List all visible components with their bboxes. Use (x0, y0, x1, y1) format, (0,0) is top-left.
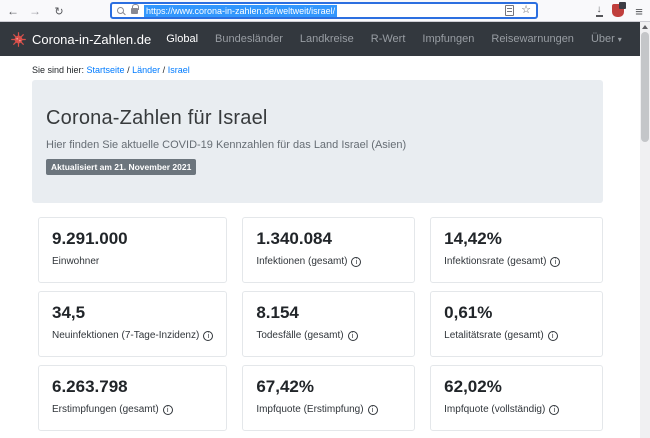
breadcrumb: Sie sind hier: Startseite / Länder / Isr… (32, 65, 640, 75)
nav-item-landkreise[interactable]: Landkreise (300, 33, 354, 45)
breadcrumb-separator: / (163, 65, 166, 75)
stat-value: 0,61% (444, 303, 589, 323)
hamburger-menu-button[interactable]: ≡ (630, 0, 648, 22)
download-icon: ↓ (596, 5, 603, 17)
stat-label: Todesfälle (gesamt) i (256, 330, 401, 341)
nav-item-impfungen[interactable]: Impfungen (422, 33, 474, 45)
info-icon[interactable]: i (548, 331, 558, 341)
info-icon[interactable]: i (348, 331, 358, 341)
stat-value: 67,42% (256, 377, 401, 397)
nav-item-reisewarnungen[interactable]: Reisewarnungen (491, 33, 574, 45)
stat-card-letalitaetsrate: 0,61% Letalitätsrate (gesamt) i (430, 291, 603, 357)
stat-value: 9.291.000 (52, 229, 213, 249)
stat-card-neuinfektionen: 34,5 Neuinfektionen (7-Tage-Inzidenz) i (38, 291, 227, 357)
nav-item-ueber-label: Über (591, 33, 615, 45)
updated-badge: Aktualisiert am 21. November 2021 (46, 159, 196, 175)
info-icon[interactable]: i (351, 257, 361, 267)
stat-value: 8.154 (256, 303, 401, 323)
nav-item-r-wert[interactable]: R-Wert (371, 33, 406, 45)
breadcrumb-prefix: Sie sind hier: (32, 65, 84, 75)
page-subtitle: Hier finden Sie aktuelle COVID-19 Kennza… (46, 139, 589, 151)
brand-link[interactable]: Corona-in-Zahlen.de (11, 32, 151, 47)
lock-icon (131, 8, 138, 14)
hero-section: Corona-Zahlen für Israel Hier finden Sie… (32, 80, 603, 203)
info-icon[interactable]: i (203, 331, 213, 341)
stat-card-impfquote-erst: 67,42% Impfquote (Erstimpfung) i (242, 365, 415, 431)
forward-button[interactable]: → (26, 0, 44, 22)
up-triangle-icon (642, 25, 648, 29)
stat-label: Neuinfektionen (7-Tage-Inzidenz) i (52, 330, 213, 341)
breadcrumb-link-laender[interactable]: Länder (132, 65, 160, 75)
stat-label: Impfquote (Erstimpfung) i (256, 404, 401, 415)
breadcrumb-link-startseite[interactable]: Startseite (87, 65, 125, 75)
url-text: https://www.corona-in-zahlen.de/weltweit… (144, 5, 337, 17)
stat-label-text: Einwohner (52, 256, 99, 267)
reader-mode-icon[interactable] (505, 5, 514, 16)
browser-toolbar: ← → ↻ https://www.corona-in-zahlen.de/we… (0, 0, 650, 22)
vertical-scrollbar[interactable] (640, 22, 650, 438)
search-icon (117, 7, 124, 14)
stat-label: Letalitätsrate (gesamt) i (444, 330, 589, 341)
stat-card-impfquote-voll: 62,02% Impfquote (vollständig) i (430, 365, 603, 431)
stat-label: Infektionsrate (gesamt) i (444, 256, 589, 267)
back-button[interactable]: ← (4, 0, 22, 22)
page-title: Corona-Zahlen für Israel (46, 107, 589, 130)
stat-label-text: Todesfälle (gesamt) (256, 330, 343, 341)
nav-item-global[interactable]: Global (166, 33, 198, 45)
stat-label-text: Impfquote (Erstimpfung) (256, 404, 363, 415)
stat-label: Infektionen (gesamt) i (256, 256, 401, 267)
reload-button[interactable]: ↻ (50, 0, 68, 22)
info-icon[interactable]: i (550, 257, 560, 267)
stat-value: 1.340.084 (256, 229, 401, 249)
stat-label-text: Infektionsrate (gesamt) (444, 256, 546, 267)
stat-label: Impfquote (vollständig) i (444, 404, 589, 415)
stat-card-infektionsrate: 14,42% Infektionsrate (gesamt) i (430, 217, 603, 283)
breadcrumb-link-israel[interactable]: Israel (168, 65, 190, 75)
stats-grid: 9.291.000 Einwohner 1.340.084 Infektione… (38, 217, 603, 431)
adblock-extension-icon[interactable] (612, 4, 624, 17)
stat-card-todesfaelle: 8.154 Todesfälle (gesamt) i (242, 291, 415, 357)
stat-label: Erstimpfungen (gesamt) i (52, 404, 213, 415)
stat-card-erstimpfungen: 6.263.798 Erstimpfungen (gesamt) i (38, 365, 227, 431)
scroll-up-arrow[interactable] (640, 22, 650, 32)
stat-card-einwohner: 9.291.000 Einwohner (38, 217, 227, 283)
nav-item-bundeslaender[interactable]: Bundesländer (215, 33, 283, 45)
stat-value: 14,42% (444, 229, 589, 249)
page-viewport: Corona-in-Zahlen.de Global Bundesländer … (0, 22, 640, 438)
nav-menu: Global Bundesländer Landkreise R-Wert Im… (166, 33, 622, 45)
info-icon[interactable]: i (549, 405, 559, 415)
stat-value: 34,5 (52, 303, 213, 323)
downloads-button[interactable]: ↓ (590, 0, 608, 22)
stat-label: Einwohner (52, 256, 213, 267)
stat-card-infektionen: 1.340.084 Infektionen (gesamt) i (242, 217, 415, 283)
site-navbar: Corona-in-Zahlen.de Global Bundesländer … (0, 22, 640, 56)
stat-label-text: Neuinfektionen (7-Tage-Inzidenz) (52, 330, 199, 341)
stat-value: 6.263.798 (52, 377, 213, 397)
address-bar[interactable]: https://www.corona-in-zahlen.de/weltweit… (110, 2, 538, 19)
nav-item-ueber-dropdown[interactable]: Über▾ (591, 33, 622, 45)
stat-label-text: Impfquote (vollständig) (444, 404, 545, 415)
virus-logo-icon (11, 32, 26, 47)
stat-label-text: Erstimpfungen (gesamt) (52, 404, 159, 415)
stat-value: 62,02% (444, 377, 589, 397)
chevron-down-icon: ▾ (618, 35, 622, 44)
scrollbar-thumb[interactable] (641, 32, 649, 142)
breadcrumb-separator: / (127, 65, 130, 75)
info-icon[interactable]: i (163, 405, 173, 415)
brand-label: Corona-in-Zahlen.de (32, 32, 151, 47)
info-icon[interactable]: i (368, 405, 378, 415)
stat-label-text: Letalitätsrate (gesamt) (444, 330, 544, 341)
stat-label-text: Infektionen (gesamt) (256, 256, 347, 267)
bookmark-star-icon[interactable]: ☆ (521, 5, 531, 16)
